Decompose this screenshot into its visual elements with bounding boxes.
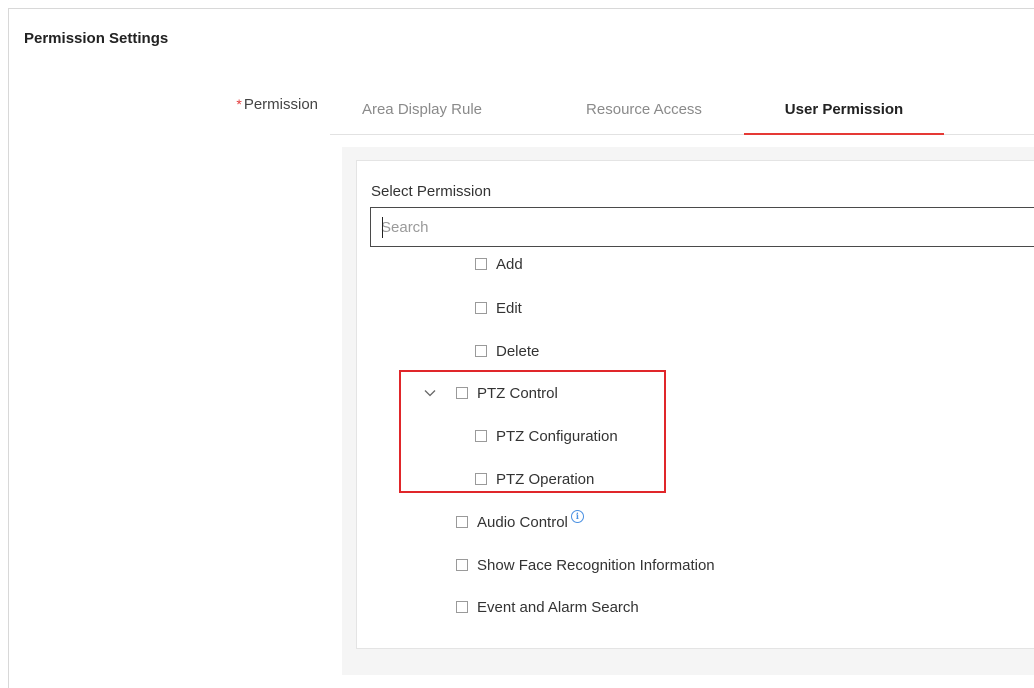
permission-item-label: PTZ Control [477,384,558,402]
permission-item-event-and-alarm-search[interactable]: Event and Alarm Search [456,596,639,613]
permission-field-label: * Permission [210,96,318,113]
checkbox[interactable] [456,601,468,613]
tab-resource-access[interactable]: Resource Access [558,86,730,134]
tab-user-permission[interactable]: User Permission [744,86,944,135]
text-cursor [382,217,383,238]
required-mark: * [236,96,242,112]
search-field[interactable] [370,207,1034,247]
checkbox[interactable] [475,345,487,357]
permission-label-text: Permission [243,96,318,113]
permission-item-label: Event and Alarm Search [477,598,639,614]
select-permission-box: Select Permission Add Edit Delete PTZ Co… [356,160,1034,649]
permission-item-add[interactable]: Add [475,253,523,275]
search-input[interactable] [371,208,1034,246]
permission-item-label: Audio Control [477,513,568,531]
permission-item-ptz-operation[interactable]: PTZ Operation [475,468,594,490]
permission-item-show-face-recognition-information[interactable]: Show Face Recognition Information [456,554,715,576]
checkbox[interactable] [456,516,468,528]
info-icon[interactable]: i [570,509,584,523]
permission-item-edit[interactable]: Edit [475,297,522,319]
permission-item-ptz-configuration[interactable]: PTZ Configuration [475,425,618,447]
section-title: Permission Settings [24,30,169,47]
permission-tree[interactable]: Add Edit Delete PTZ Control PTZ Configur… [357,248,1034,613]
permission-item-audio-control[interactable]: Audio Control i [456,509,584,533]
permission-tabs: Area Display Rule Resource Access User P… [330,86,1034,135]
checkbox[interactable] [475,473,487,485]
checkbox[interactable] [475,258,487,270]
tab-area-display-rule[interactable]: Area Display Rule [336,86,508,134]
permission-item-label: Delete [496,342,540,360]
permission-item-label: Edit [496,299,522,317]
permission-item-label: Show Face Recognition Information [477,556,715,574]
permission-item-ptz-control[interactable]: PTZ Control [456,382,558,404]
permission-item-label: Add [496,255,523,273]
permission-item-delete[interactable]: Delete [475,340,539,362]
chevron-down-icon[interactable] [423,382,437,404]
checkbox[interactable] [475,430,487,442]
permission-item-label: PTZ Configuration [496,427,618,445]
select-permission-label: Select Permission [371,183,492,200]
checkbox[interactable] [456,559,468,571]
permission-item-label: PTZ Operation [496,470,595,488]
checkbox[interactable] [456,387,468,399]
checkbox[interactable] [475,302,487,314]
